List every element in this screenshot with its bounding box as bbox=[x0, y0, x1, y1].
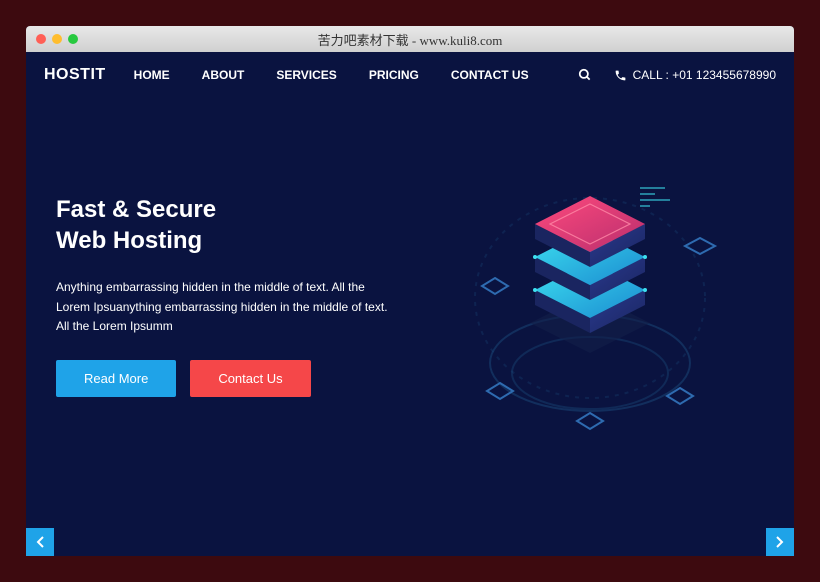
slider-prev-button[interactable] bbox=[26, 528, 54, 556]
read-more-button[interactable]: Read More bbox=[56, 360, 176, 397]
server-illustration bbox=[440, 138, 740, 438]
browser-title-bar: 苦力吧素材下载 - www.kuli8.com bbox=[26, 26, 794, 52]
nav-about[interactable]: ABOUT bbox=[202, 68, 245, 82]
nav-contact[interactable]: CONTACT US bbox=[451, 68, 529, 82]
chevron-right-icon bbox=[775, 535, 785, 549]
nav-home[interactable]: HOME bbox=[134, 68, 170, 82]
hero-buttons: Read More Contact Us bbox=[56, 360, 396, 397]
search-icon[interactable] bbox=[578, 68, 592, 82]
browser-frame: 苦力吧素材下载 - www.kuli8.com HOSTIT HOME ABOU… bbox=[26, 26, 794, 556]
call-info[interactable]: CALL : +01 123455678990 bbox=[614, 68, 776, 82]
contact-us-button[interactable]: Contact Us bbox=[190, 360, 310, 397]
nav-right: CALL : +01 123455678990 bbox=[578, 68, 776, 82]
navbar: HOSTIT HOME ABOUT SERVICES PRICING CONTA… bbox=[26, 52, 794, 98]
phone-icon bbox=[614, 69, 627, 82]
nav-pricing[interactable]: PRICING bbox=[369, 68, 419, 82]
hero-description: Anything embarrassing hidden in the midd… bbox=[56, 278, 396, 336]
hero-content: Fast & Secure Web Hosting Anything embar… bbox=[56, 138, 396, 438]
hero-title-line2: Web Hosting bbox=[56, 227, 202, 254]
nav-menu: HOME ABOUT SERVICES PRICING CONTACT US bbox=[134, 68, 529, 82]
hero-illustration-container bbox=[416, 138, 764, 438]
browser-title: 苦力吧素材下载 - www.kuli8.com bbox=[26, 30, 794, 49]
slider-next-button[interactable] bbox=[766, 528, 794, 556]
logo[interactable]: HOSTIT bbox=[44, 66, 106, 84]
nav-services[interactable]: SERVICES bbox=[276, 68, 336, 82]
hero-title: Fast & Secure Web Hosting bbox=[56, 194, 396, 256]
hero-section: Fast & Secure Web Hosting Anything embar… bbox=[26, 98, 794, 458]
hero-title-line1: Fast & Secure bbox=[56, 196, 216, 223]
call-text: CALL : +01 123455678990 bbox=[633, 68, 776, 82]
chevron-left-icon bbox=[35, 535, 45, 549]
